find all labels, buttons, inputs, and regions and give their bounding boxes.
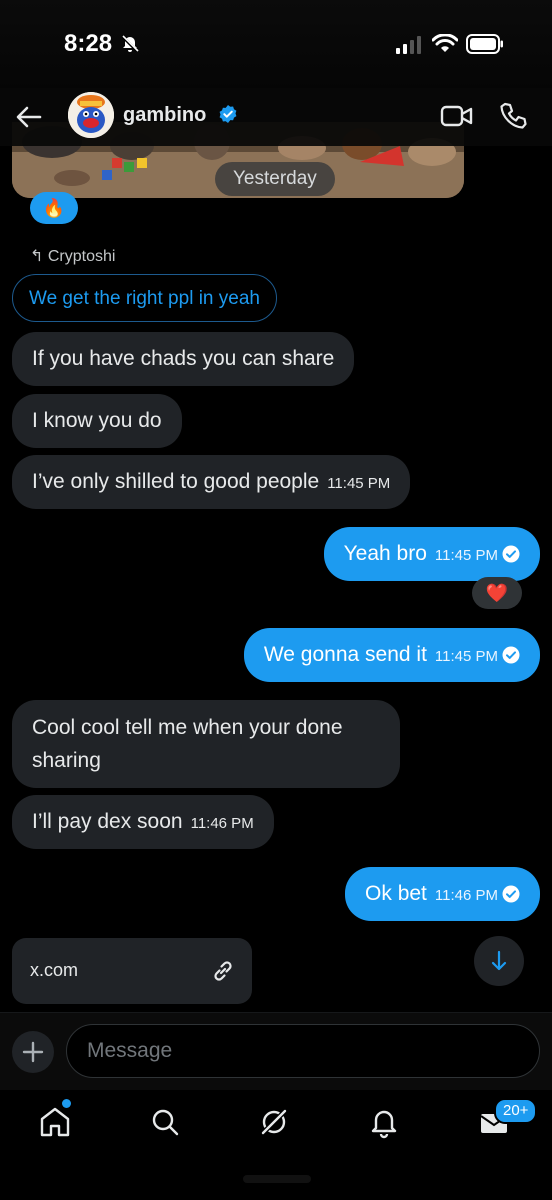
- signal-icon: [396, 36, 421, 54]
- battery-icon: [466, 34, 503, 54]
- add-attachment-button[interactable]: [12, 1031, 54, 1073]
- message-text: Ok bet: [365, 882, 427, 905]
- arrow-down-icon: [491, 950, 507, 971]
- message-timestamp: 11:45 PM: [434, 648, 498, 665]
- status-bar: 8:28: [0, 0, 552, 90]
- bottom-navigation: 20+: [0, 1090, 552, 1200]
- search-icon[interactable]: [143, 1100, 187, 1144]
- dm-conversation-screen: 8:28 gambino Yesterday 🔥 ↰ Cryptoshi We …: [0, 0, 552, 1200]
- message-bubble-incoming[interactable]: I’ve only shilled to good people 11:45 PM: [12, 455, 411, 509]
- read-receipt-icon: [502, 646, 520, 664]
- plus-icon: [22, 1041, 44, 1063]
- reply-context-label: ↰ Cryptoshi: [30, 246, 115, 266]
- read-receipt-icon: [502, 545, 520, 563]
- silent-mode-icon: [121, 35, 139, 53]
- status-time: 8:28: [64, 30, 113, 57]
- message-bubble-incoming[interactable]: I’ll pay dex soon 11:46 PM: [12, 795, 274, 849]
- contact-name[interactable]: gambino: [123, 104, 206, 127]
- back-arrow-icon[interactable]: [12, 100, 46, 134]
- scroll-to-bottom-button[interactable]: [474, 936, 524, 986]
- message-text: I’ve only shilled to good people: [32, 470, 320, 493]
- message-bubble-incoming[interactable]: Cool cool tell me when your done sharing: [12, 700, 400, 788]
- reply-to-name: Cryptoshi: [47, 248, 116, 265]
- link-domain: x.com: [30, 960, 79, 980]
- home-icon[interactable]: [33, 1100, 77, 1144]
- link-icon: [214, 961, 232, 981]
- heart-reaction[interactable]: ❤️: [472, 577, 522, 609]
- wifi-icon: [432, 34, 458, 52]
- avatar-image: [68, 92, 114, 138]
- message-text: I know you do: [32, 409, 162, 432]
- link-preview-card[interactable]: x.com: [12, 938, 252, 1004]
- fire-reaction[interactable]: 🔥: [30, 192, 78, 224]
- conversation-header: gambino: [0, 88, 552, 146]
- avatar[interactable]: [68, 92, 114, 138]
- read-receipt-icon: [502, 885, 520, 903]
- message-timestamp: 11:45 PM: [327, 475, 391, 492]
- message-text: If you have chads you can share: [32, 347, 335, 370]
- date-separator: Yesterday: [215, 162, 335, 196]
- phone-call-icon[interactable]: [497, 100, 529, 132]
- message-text: I’ll pay dex soon: [32, 810, 183, 833]
- home-notification-dot: [62, 1099, 71, 1108]
- notifications-bell-icon[interactable]: [362, 1100, 406, 1144]
- message-bubble-outgoing[interactable]: Ok bet 11:46 PM: [345, 867, 540, 921]
- messages-count-badge: 20+: [494, 1098, 538, 1124]
- message-text: Cool cool tell me when your done sharing: [32, 716, 343, 772]
- verified-badge-icon: [219, 105, 237, 123]
- quoted-reply-message[interactable]: We get the right ppl in yeah: [12, 274, 277, 322]
- message-bubble-outgoing[interactable]: Yeah bro 11:45 PM: [323, 527, 540, 581]
- message-composer: [0, 1012, 552, 1091]
- message-timestamp: 11:45 PM: [434, 547, 498, 564]
- message-text: We gonna send it: [263, 643, 427, 666]
- reply-icon: ↰: [30, 248, 44, 265]
- grok-icon[interactable]: [252, 1100, 296, 1144]
- message-bubble-incoming[interactable]: If you have chads you can share: [12, 332, 355, 386]
- message-bubble-outgoing[interactable]: We gonna send it 11:45 PM: [243, 628, 540, 682]
- message-timestamp: 11:46 PM: [190, 815, 254, 832]
- home-indicator: [243, 1175, 311, 1183]
- video-call-icon[interactable]: [440, 102, 474, 130]
- message-bubble-incoming[interactable]: I know you do: [12, 394, 182, 448]
- message-timestamp: 11:46 PM: [434, 887, 498, 904]
- message-text: Yeah bro: [343, 542, 427, 565]
- message-input[interactable]: [66, 1024, 540, 1078]
